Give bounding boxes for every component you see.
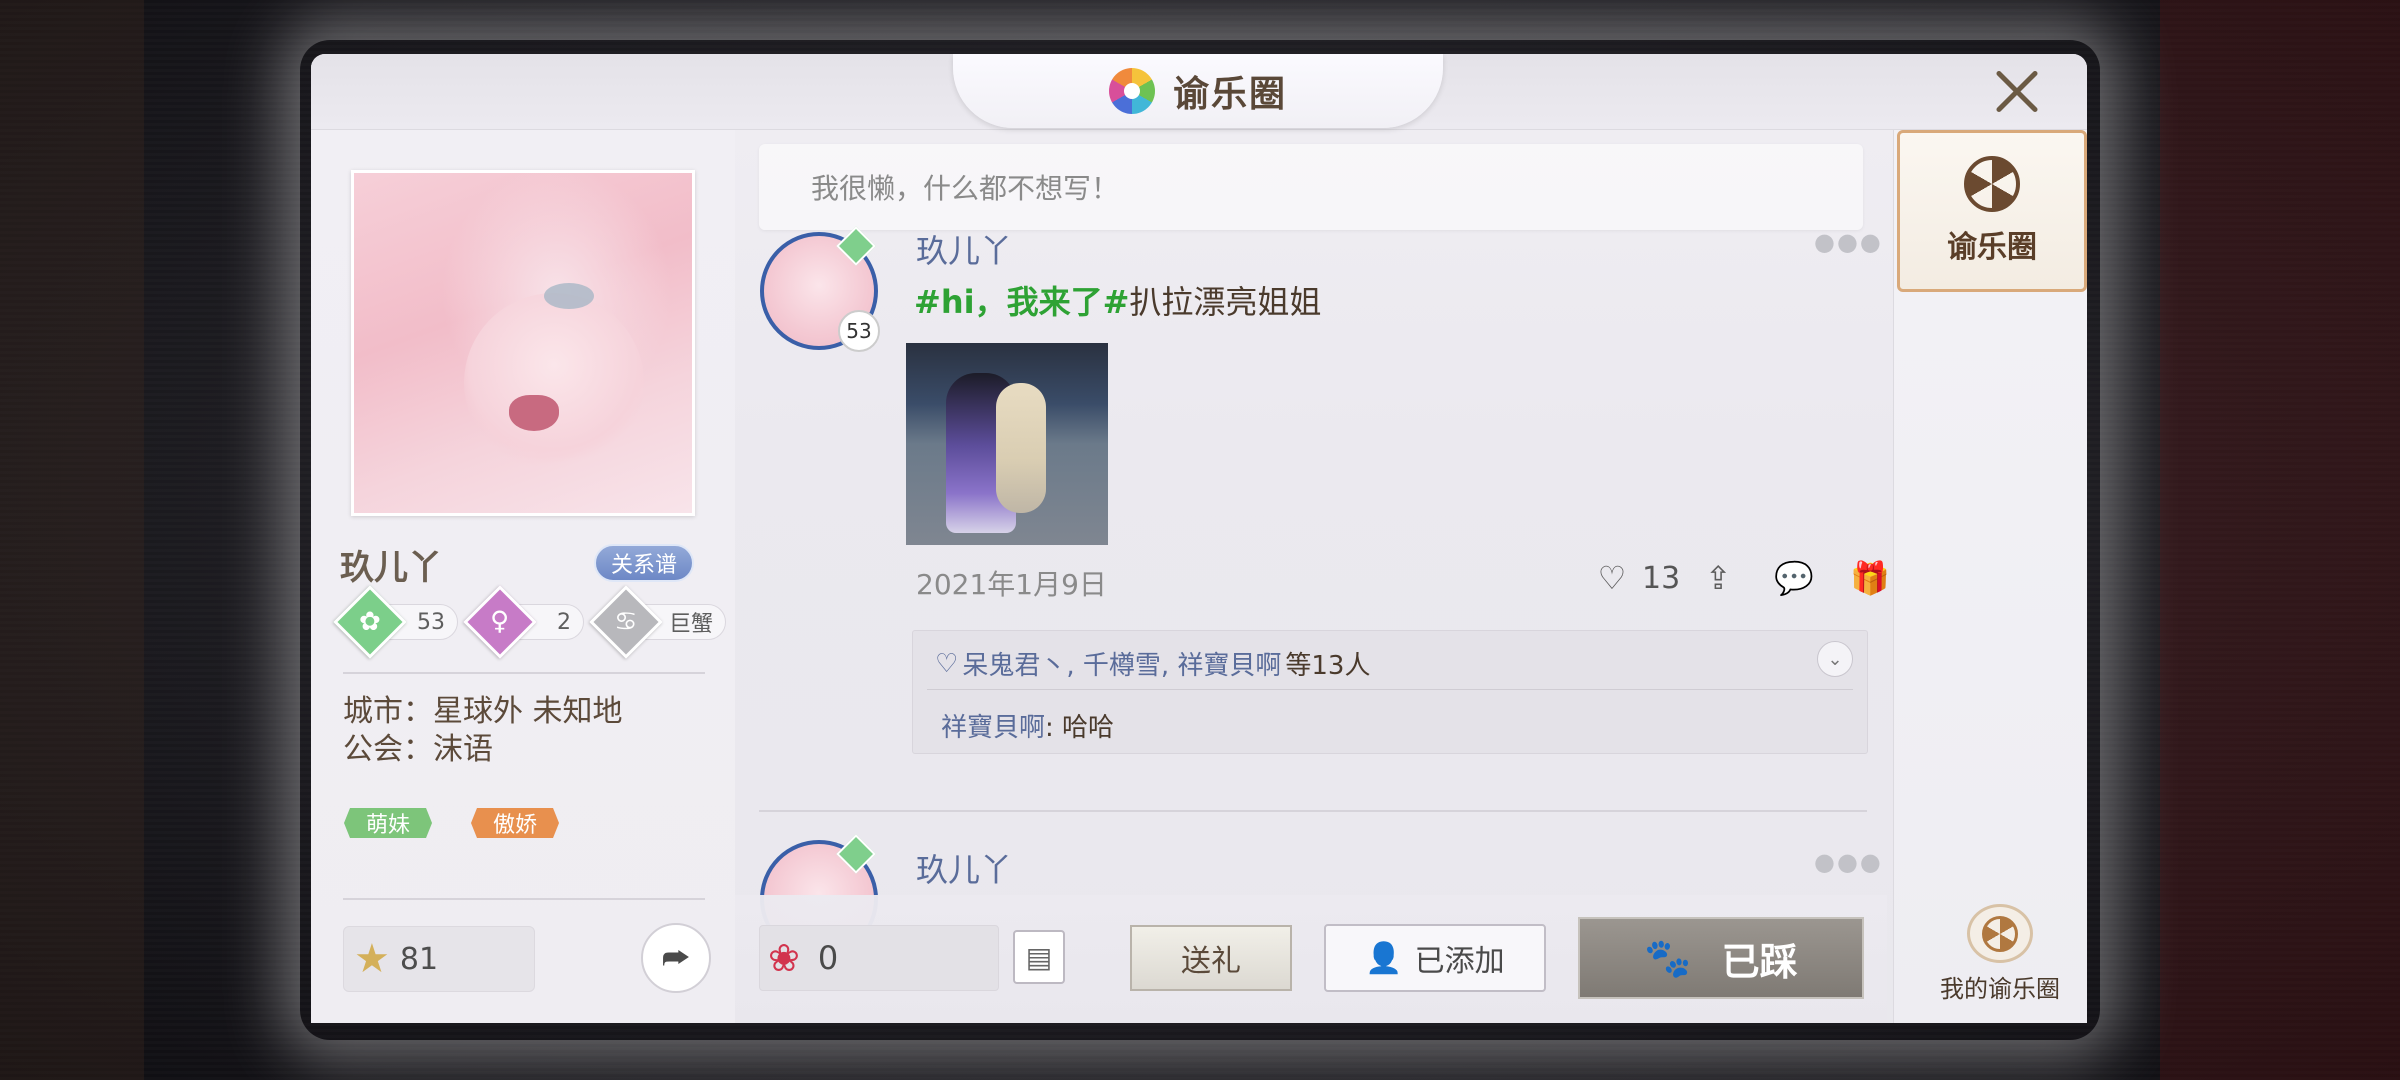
likes-divider (927, 689, 1853, 690)
close-button[interactable] (1990, 64, 2044, 118)
user-check-icon: 👤 (1365, 940, 1403, 976)
post-author-name[interactable]: 玖儿丫 (916, 845, 1012, 891)
title-tab: 谕乐圈 (953, 54, 1443, 128)
tab-circle[interactable]: 谕乐圈 (1897, 130, 2087, 292)
share-profile-button[interactable]: ⮫ (641, 923, 711, 993)
note-icon: ▤ (1025, 940, 1053, 974)
post-actions: ♡ 13 ⇪ 💬 🎁 (1594, 559, 1890, 597)
small-heart-icon: ♡ (935, 648, 959, 679)
guild-label: 公会： (343, 732, 433, 767)
flower-count-box[interactable]: ❀ 0 (759, 925, 999, 991)
like-count: 13 (1642, 560, 1681, 596)
post-author-avatar[interactable]: 53 (760, 226, 880, 352)
window-title: 谕乐圈 (1172, 73, 1287, 115)
star-icon: ★ (354, 936, 390, 982)
comment-separator: : (1045, 713, 1054, 743)
star-count: 81 (399, 941, 439, 977)
avatar-level-badge: 53 (838, 310, 880, 352)
tab-circle-label: 谕乐圈 (1947, 230, 2037, 265)
share-icon[interactable]: ⇪ (1700, 559, 1736, 597)
gift-icon[interactable]: 🎁 (1850, 559, 1890, 597)
swirl-icon (1964, 156, 2020, 212)
circle-logo-icon (1108, 68, 1155, 114)
more-options-icon[interactable]: ●●● (1814, 848, 1883, 876)
guild-value: 沫语 (433, 732, 493, 767)
relation-button[interactable]: 关系谱 (594, 544, 694, 582)
status-message: 我很懒，什么都不想写！ (759, 144, 1863, 230)
avatar-mouth (509, 395, 559, 431)
tag-tsundere: 傲娇 (471, 808, 559, 838)
more-options-icon[interactable]: ●●● (1814, 228, 1883, 256)
rose-icon: ❀ (768, 936, 800, 980)
post-content: #hi，我来了#扒拉漂亮姐姐 (914, 277, 1321, 323)
post-image[interactable] (906, 343, 1108, 545)
added-friend-button[interactable]: 👤 已添加 (1324, 924, 1546, 992)
guild-line: 公会：沫语 (343, 724, 493, 768)
tag-cute: 萌妹 (344, 808, 432, 838)
note-button[interactable]: ▤ (1013, 930, 1065, 984)
avatar-face (464, 293, 644, 473)
expand-likes-button[interactable]: ⌄ (1817, 641, 1853, 677)
post-topic-link[interactable]: #hi，我来了# (914, 283, 1129, 321)
my-circle-icon (1967, 904, 2033, 963)
zodiac-value: 巨蟹 (668, 612, 713, 637)
comment: 祥寶貝啊: 哈哈 (941, 707, 1114, 744)
star-count-box[interactable]: ★ 81 (343, 926, 535, 992)
likers-names[interactable]: 呆鬼君丶, 千樽雪, 祥寶貝啊 (962, 645, 1281, 682)
profile-divider-bottom (343, 898, 705, 900)
post-divider (759, 810, 1867, 812)
comment-text: 哈哈 (1053, 713, 1115, 743)
profile-avatar[interactable] (351, 170, 695, 516)
paw-icon: 🐾 (1644, 935, 1692, 980)
stepped-button[interactable]: 🐾 已踩 (1578, 917, 1864, 999)
my-circle-button[interactable]: 我的谕乐圈 (1930, 904, 2070, 1004)
post-author-name[interactable]: 玖儿丫 (916, 226, 1012, 272)
comment-author[interactable]: 祥寶貝啊 (941, 713, 1045, 743)
gender-value: 2 (557, 609, 571, 635)
image-figure (996, 383, 1046, 513)
likers-line: ♡ 呆鬼君丶, 千樽雪, 祥寶貝啊 等13人 (935, 645, 1370, 682)
added-label: 已添加 (1414, 944, 1505, 979)
level-value: 53 (417, 609, 445, 635)
profile-name: 玖儿丫 (340, 548, 442, 588)
post-text: 扒拉漂亮姐姐 (1129, 283, 1322, 321)
post-date: 2021年1月9日 (916, 568, 1107, 601)
stepped-label: 已踩 (1721, 939, 1798, 984)
my-circle-label: 我的谕乐圈 (1940, 975, 2060, 1003)
avatar-eye (544, 283, 594, 309)
flower-count: 0 (817, 939, 839, 977)
swirl-icon (1982, 915, 2018, 952)
profile-divider (343, 672, 705, 674)
share-icon: ⮫ (662, 940, 690, 976)
send-gift-button[interactable]: 送礼 (1130, 925, 1292, 991)
likes-comments-box: ♡ 呆鬼君丶, 千樽雪, 祥寶貝啊 等13人 ⌄ 祥寶貝啊: 哈哈 (912, 630, 1868, 754)
like-icon[interactable]: ♡ (1594, 559, 1630, 597)
likers-suffix: 等13人 (1285, 651, 1371, 681)
comment-icon[interactable]: 💬 (1774, 559, 1814, 597)
